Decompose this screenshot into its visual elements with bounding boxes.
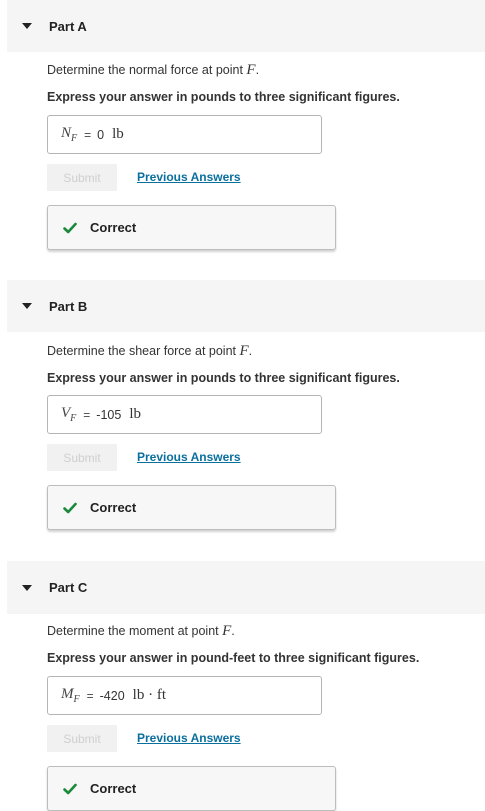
equals-sign: = — [84, 127, 92, 142]
question-prompt: Determine the normal force at point F. — [47, 62, 260, 78]
prompt-variable: F — [222, 623, 232, 639]
checkmark-icon — [63, 783, 77, 794]
submit-button[interactable]: Submit — [47, 164, 117, 191]
part-title: Part B — [49, 298, 88, 314]
equals-sign: = — [86, 688, 94, 703]
feedback-label: Correct — [90, 220, 137, 235]
equals-sign: = — [83, 407, 91, 422]
answer-field[interactable]: VF = -105 lb — [47, 395, 322, 434]
part-title: Part A — [49, 18, 87, 34]
part-header[interactable]: Part A — [7, 0, 485, 52]
caret-down-icon[interactable] — [22, 303, 32, 309]
previous-answers-link[interactable]: Previous Answers — [137, 170, 241, 184]
answer-unit: lb — [112, 126, 124, 142]
previous-answers-link[interactable]: Previous Answers — [137, 450, 241, 464]
answer-instruction: Express your answer in pounds to three s… — [47, 90, 400, 104]
question-prompt: Determine the moment at point F. — [47, 623, 235, 639]
prompt-variable: F — [239, 343, 249, 359]
question-prompt: Determine the shear force at point F. — [47, 343, 253, 359]
feedback-correct: Correct — [47, 766, 336, 811]
answer-instruction: Express your answer in pound-feet to thr… — [47, 651, 420, 665]
feedback-label: Correct — [90, 781, 137, 796]
part-header[interactable]: Part B — [7, 280, 485, 332]
part-title: Part C — [49, 580, 88, 595]
previous-answers-link[interactable]: Previous Answers — [137, 731, 241, 745]
checkmark-icon — [63, 222, 77, 233]
answer-instruction: Express your answer in pounds to three s… — [47, 371, 400, 385]
prompt-text: Determine the moment at point — [47, 624, 219, 638]
answer-value[interactable]: -420 — [100, 689, 125, 703]
answer-value[interactable]: 0 — [97, 128, 104, 142]
submit-button[interactable]: Submit — [47, 725, 117, 752]
answer-value[interactable]: -105 — [96, 408, 121, 422]
prompt-text: Determine the shear force at point — [47, 344, 236, 358]
answer-symbol: MF — [61, 686, 80, 705]
answer-unit: lb · ft — [132, 687, 166, 703]
prompt-variable: F — [246, 62, 256, 78]
answer-symbol: NF — [61, 125, 78, 144]
answer-field[interactable]: NF = 0 lb — [47, 115, 322, 154]
answer-symbol: VF — [61, 405, 77, 424]
feedback-label: Correct — [90, 500, 137, 515]
caret-down-icon[interactable] — [22, 23, 32, 29]
prompt-text: Determine the normal force at point — [47, 63, 243, 77]
feedback-correct: Correct — [47, 205, 336, 250]
submit-button[interactable]: Submit — [47, 444, 117, 471]
checkmark-icon — [63, 502, 77, 513]
caret-down-icon[interactable] — [22, 584, 32, 591]
answer-unit: lb — [129, 406, 141, 422]
part-header[interactable]: Part C — [7, 561, 485, 614]
answer-field[interactable]: MF = -420 lb · ft — [47, 676, 322, 715]
feedback-correct: Correct — [47, 485, 336, 530]
